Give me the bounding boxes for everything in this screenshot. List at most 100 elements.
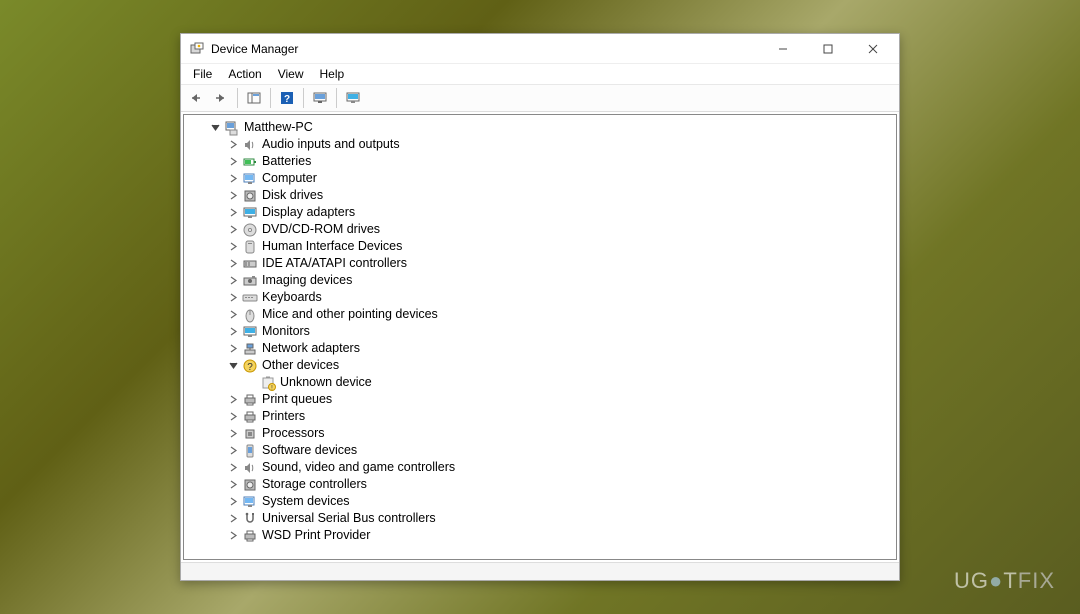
toolbar-separator xyxy=(303,88,304,108)
category-icon xyxy=(242,273,258,289)
category-icon: ? xyxy=(242,358,258,374)
expand-icon[interactable] xyxy=(226,463,240,472)
tree-category[interactable]: Network adapters xyxy=(190,340,890,357)
expand-icon[interactable] xyxy=(226,361,240,370)
tree-device[interactable]: !Unknown device xyxy=(190,374,890,391)
expand-icon[interactable] xyxy=(208,123,222,132)
category-label: Disk drives xyxy=(262,187,329,204)
category-icon xyxy=(242,307,258,323)
expand-icon[interactable] xyxy=(226,344,240,353)
expand-icon[interactable] xyxy=(226,225,240,234)
tree-category[interactable]: ?Other devices xyxy=(190,357,890,374)
scan-hardware-button[interactable] xyxy=(308,87,332,109)
minimize-button[interactable] xyxy=(760,35,805,63)
tree-category[interactable]: Print queues xyxy=(190,391,890,408)
expand-icon[interactable] xyxy=(226,242,240,251)
expand-icon[interactable] xyxy=(226,327,240,336)
expand-icon[interactable] xyxy=(226,276,240,285)
tree-category[interactable]: Monitors xyxy=(190,323,890,340)
watermark: UG●TFIX xyxy=(954,568,1055,594)
tree-category[interactable]: Software devices xyxy=(190,442,890,459)
computer-icon xyxy=(224,120,240,136)
category-icon xyxy=(242,171,258,187)
toolbar-separator xyxy=(237,88,238,108)
expand-icon[interactable] xyxy=(226,514,240,523)
menu-action[interactable]: Action xyxy=(220,65,269,83)
expand-icon[interactable] xyxy=(226,480,240,489)
app-icon xyxy=(189,41,205,57)
category-label: Monitors xyxy=(262,323,316,340)
tree-category[interactable]: Computer xyxy=(190,170,890,187)
device-manager-window: Device Manager File Action View Help ? M… xyxy=(180,33,900,581)
category-icon xyxy=(242,460,258,476)
expand-icon[interactable] xyxy=(226,293,240,302)
help-button[interactable]: ? xyxy=(275,87,299,109)
category-icon xyxy=(242,511,258,527)
expand-icon[interactable] xyxy=(226,429,240,438)
category-icon xyxy=(242,443,258,459)
show-hide-tree-button[interactable] xyxy=(242,87,266,109)
back-button[interactable] xyxy=(183,87,207,109)
unknown-device-icon: ! xyxy=(260,375,276,391)
tree-root[interactable]: Matthew-PC xyxy=(190,119,890,136)
category-label: Print queues xyxy=(262,391,338,408)
tree-category[interactable]: Printers xyxy=(190,408,890,425)
tree-category[interactable]: Universal Serial Bus controllers xyxy=(190,510,890,527)
category-label: Batteries xyxy=(262,153,317,170)
device-label: Unknown device xyxy=(280,374,378,391)
category-label: Universal Serial Bus controllers xyxy=(262,510,442,527)
expand-icon[interactable] xyxy=(226,140,240,149)
category-icon xyxy=(242,188,258,204)
close-button[interactable] xyxy=(850,35,895,63)
maximize-button[interactable] xyxy=(805,35,850,63)
menu-file[interactable]: File xyxy=(185,65,220,83)
tree-category[interactable]: Mice and other pointing devices xyxy=(190,306,890,323)
expand-icon[interactable] xyxy=(226,174,240,183)
tree-category[interactable]: Imaging devices xyxy=(190,272,890,289)
tree-category[interactable]: Audio inputs and outputs xyxy=(190,136,890,153)
tree-category[interactable]: Sound, video and game controllers xyxy=(190,459,890,476)
expand-icon[interactable] xyxy=(226,531,240,540)
tree-category[interactable]: Batteries xyxy=(190,153,890,170)
statusbar xyxy=(181,562,899,580)
menu-help[interactable]: Help xyxy=(312,65,353,83)
tree-category[interactable]: WSD Print Provider xyxy=(190,527,890,544)
expand-icon[interactable] xyxy=(226,412,240,421)
expand-icon[interactable] xyxy=(226,446,240,455)
category-icon xyxy=(242,341,258,357)
category-icon xyxy=(242,205,258,221)
category-label: Sound, video and game controllers xyxy=(262,459,461,476)
tree-category[interactable]: System devices xyxy=(190,493,890,510)
tree-category[interactable]: Keyboards xyxy=(190,289,890,306)
expand-icon[interactable] xyxy=(226,191,240,200)
expand-icon[interactable] xyxy=(226,157,240,166)
category-label: Human Interface Devices xyxy=(262,238,408,255)
category-label: DVD/CD-ROM drives xyxy=(262,221,386,238)
forward-button[interactable] xyxy=(209,87,233,109)
category-label: Mice and other pointing devices xyxy=(262,306,444,323)
menu-view[interactable]: View xyxy=(270,65,312,83)
tree-category[interactable]: Display adapters xyxy=(190,204,890,221)
expand-icon[interactable] xyxy=(226,310,240,319)
titlebar: Device Manager xyxy=(181,34,899,64)
category-icon xyxy=(242,290,258,306)
tree-category[interactable]: Disk drives xyxy=(190,187,890,204)
expand-icon[interactable] xyxy=(226,395,240,404)
category-icon xyxy=(242,154,258,170)
category-label: Computer xyxy=(262,170,323,187)
category-label: Keyboards xyxy=(262,289,328,306)
expand-icon[interactable] xyxy=(226,208,240,217)
category-icon xyxy=(242,528,258,544)
tree-category[interactable]: Storage controllers xyxy=(190,476,890,493)
expand-icon[interactable] xyxy=(226,497,240,506)
category-icon xyxy=(242,426,258,442)
monitor-button[interactable] xyxy=(341,87,365,109)
tree-category[interactable]: IDE ATA/ATAPI controllers xyxy=(190,255,890,272)
menubar: File Action View Help xyxy=(181,64,899,84)
tree-category[interactable]: DVD/CD-ROM drives xyxy=(190,221,890,238)
device-tree[interactable]: Matthew-PCAudio inputs and outputsBatter… xyxy=(183,114,897,560)
expand-icon[interactable] xyxy=(226,259,240,268)
category-icon xyxy=(242,256,258,272)
tree-category[interactable]: Processors xyxy=(190,425,890,442)
tree-category[interactable]: Human Interface Devices xyxy=(190,238,890,255)
